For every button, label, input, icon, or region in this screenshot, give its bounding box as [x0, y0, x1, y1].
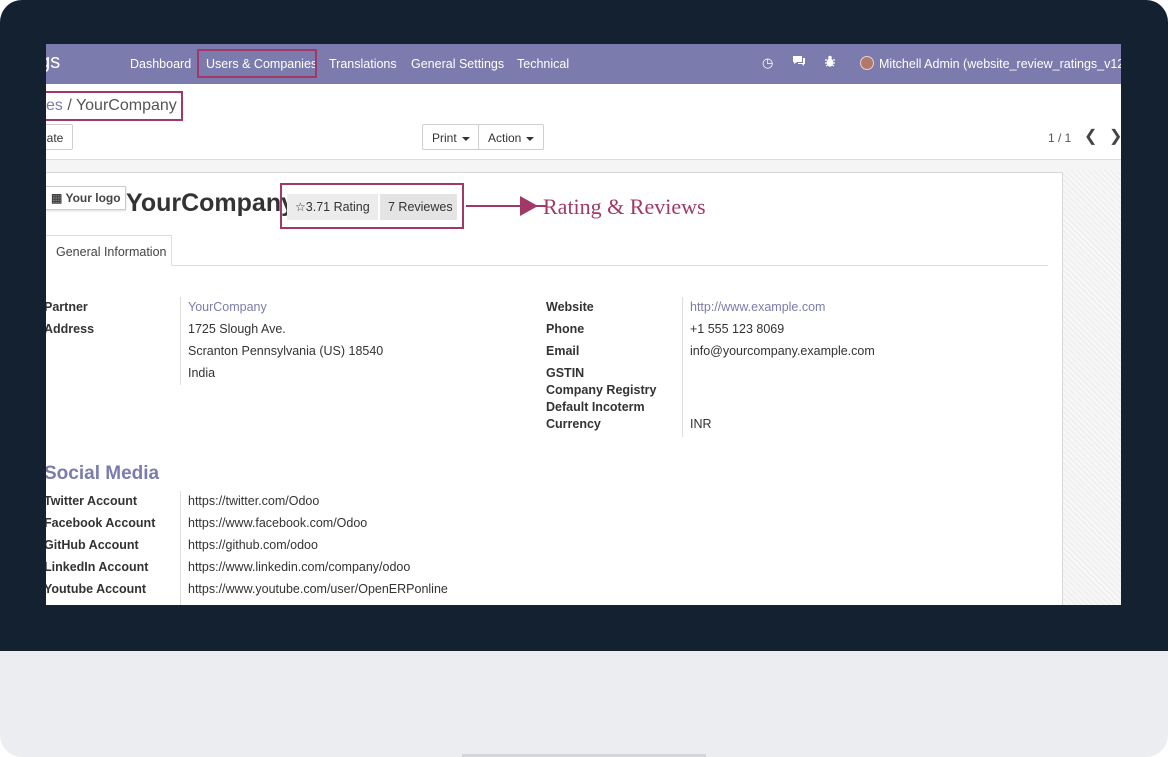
annotation-label: Rating & Reviews	[543, 194, 706, 219]
print-button[interactable]: Print	[422, 124, 480, 150]
facebook-account-label: Facebook Account	[46, 516, 156, 530]
company-name: YourCompany	[126, 189, 295, 217]
company-registry-label: Company Registry	[546, 383, 657, 397]
website-label: Website	[546, 300, 594, 314]
linkedin-account-value: https://www.linkedin.com/company/odoo	[188, 560, 411, 574]
rating-button[interactable]: ☆3.71 Rating	[287, 194, 378, 220]
action-label: Action	[488, 131, 522, 145]
tab-general-information[interactable]: General Information	[46, 235, 172, 266]
website-value[interactable]: http://www.example.com	[690, 300, 825, 314]
top-navbar: ngs Dashboard Users & Companies Translat…	[46, 44, 1121, 84]
bug-icon[interactable]	[824, 55, 836, 71]
print-label: Print	[432, 131, 457, 145]
rating-label: 3.71 Rating	[305, 200, 370, 214]
tab-label: General Information	[56, 245, 167, 259]
chat-icon[interactable]	[792, 55, 806, 70]
email-value: info@yourcompany.example.com	[690, 344, 875, 358]
breadcrumb: es / YourCompany	[46, 91, 183, 121]
address-line: 1725 Slough Ave.	[188, 322, 286, 336]
address-label: Address	[46, 322, 95, 336]
create-button[interactable]: eate	[46, 124, 74, 150]
facebook-account-value: https://www.facebook.com/Odoo	[188, 516, 368, 530]
logo-upload[interactable]: ▦ Your logo	[46, 186, 126, 210]
field-divider	[180, 491, 181, 605]
annotation-arrow-icon	[520, 196, 538, 216]
field-divider	[180, 297, 181, 385]
field-divider	[682, 297, 683, 437]
form-side-stripe	[1063, 170, 1121, 605]
create-button-label: eate	[46, 131, 64, 145]
currency-label: Currency	[546, 417, 601, 431]
pager-counter[interactable]: 1 / 1	[1048, 131, 1071, 145]
github-account-label: GitHub Account	[46, 538, 139, 552]
youtube-account-label: Youtube Account	[46, 582, 147, 596]
clock-icon[interactable]: ◷	[762, 55, 773, 71]
star-icon: ☆	[295, 200, 306, 214]
tab-divider	[46, 265, 1048, 266]
github-account-value: https://github.com/odoo	[188, 538, 318, 552]
menu-translations[interactable]: Translations	[329, 57, 397, 71]
menu-technical[interactable]: Technical	[517, 57, 569, 71]
phone-value: +1 555 123 8069	[690, 322, 785, 336]
screen: ngs Dashboard Users & Companies Translat…	[46, 44, 1121, 605]
partner-value[interactable]: YourCompany	[188, 300, 267, 314]
address-line: Scranton Pennsylvania (US) 18540	[188, 344, 384, 358]
twitter-account-label: Twitter Account	[46, 494, 138, 508]
user-menu[interactable]: Mitchell Admin (website_review_ratings_v…	[879, 57, 1121, 71]
camera-icon: ▦	[51, 191, 66, 205]
print-caret-icon	[461, 136, 470, 141]
linkedin-account-label: LinkedIn Account	[46, 560, 149, 574]
monitor: ngs Dashboard Users & Companies Translat…	[0, 0, 1168, 757]
breadcrumb-current: YourCompany	[75, 97, 177, 114]
pager-previous-icon[interactable]: ❮	[1084, 126, 1097, 146]
currency-value: INR	[690, 417, 712, 431]
reviews-button[interactable]: 7 Reviewes	[380, 194, 457, 220]
menu-general-settings[interactable]: General Settings	[411, 57, 504, 71]
action-button[interactable]: Action	[478, 124, 545, 150]
app-title[interactable]: ngs	[46, 51, 60, 74]
gstin-label: GSTIN	[546, 366, 585, 380]
pager-next-icon[interactable]: ❯	[1109, 126, 1121, 146]
address-line: India	[188, 366, 216, 380]
partner-label: Partner	[46, 300, 88, 314]
twitter-account-value: https://twitter.com/Odoo	[188, 494, 320, 508]
menu-dashboard[interactable]: Dashboard	[130, 57, 191, 71]
logo-label: Your logo	[65, 191, 121, 205]
social-media-title: Social Media	[46, 463, 160, 484]
phone-label: Phone	[546, 322, 585, 336]
default-incoterm-label: Default Incoterm	[546, 400, 645, 414]
menu-highlight-box	[197, 49, 317, 78]
action-caret-icon	[526, 136, 535, 141]
breadcrumb-separator: /	[62, 97, 76, 114]
monitor-chin	[0, 651, 1168, 757]
youtube-account-value: https://www.youtube.com/user/OpenERPonli…	[188, 582, 448, 596]
breadcrumb-parent[interactable]: es	[46, 97, 63, 114]
email-label: Email	[546, 344, 580, 358]
reviews-label: 7 Reviewes	[388, 200, 453, 214]
user-avatar[interactable]	[860, 56, 874, 70]
